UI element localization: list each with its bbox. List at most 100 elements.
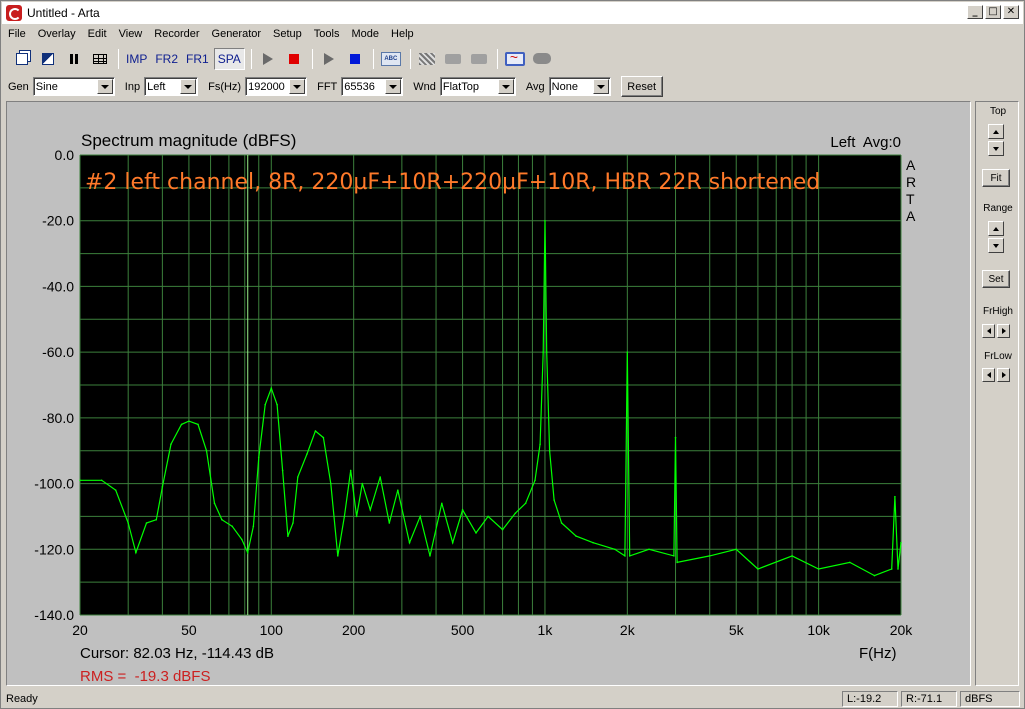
- watermark-letter: R: [906, 174, 916, 190]
- spectrum-point: [170, 443, 172, 445]
- spectrum-plot[interactable]: 0.0 -20.0 -40.0 -60.0 -80.0 -100.0 -120.0 -140.…: [6, 101, 971, 686]
- watermark-letter: T: [906, 191, 915, 207]
- arrow-left-icon: [986, 372, 991, 378]
- menu-recorder[interactable]: Recorder: [148, 28, 205, 40]
- dropdown-arrow-icon: [289, 79, 306, 94]
- spectrum-point: [429, 555, 431, 557]
- fr2-mode-button[interactable]: FR2: [152, 48, 181, 70]
- menu-view[interactable]: View: [113, 28, 149, 40]
- generator-play-button[interactable]: [317, 48, 341, 70]
- fs-select[interactable]: 192000: [245, 77, 308, 96]
- spectrum-point: [441, 502, 443, 505]
- avg-label: Avg: [525, 80, 545, 93]
- frlow-left-button[interactable]: [982, 368, 995, 382]
- x-tick-label: 10k: [807, 622, 831, 638]
- meter-icon: [532, 53, 551, 64]
- inp-select[interactable]: Left: [144, 77, 199, 96]
- menu-help[interactable]: Help: [385, 28, 420, 40]
- reset-button[interactable]: Reset: [620, 76, 663, 97]
- hatch-button[interactable]: [415, 48, 439, 70]
- frhigh-left-button[interactable]: [982, 324, 995, 338]
- toolbar-separator: [496, 48, 498, 69]
- gen-select[interactable]: Sine: [32, 77, 115, 96]
- dropdown-arrow-icon: [180, 79, 197, 94]
- wnd-select[interactable]: FlatTop: [439, 77, 516, 96]
- x-tick-label: 20: [72, 622, 88, 638]
- right-panel: Top Fit Range Set FrHigh FrLow: [975, 101, 1019, 686]
- spectrum-point: [127, 522, 129, 524]
- top-spinner: [988, 124, 1004, 156]
- spectrum-point: [575, 535, 577, 537]
- grid-button[interactable]: [88, 48, 112, 70]
- y-tick-label: -140.0: [34, 607, 74, 623]
- gen-label: Gen: [8, 80, 29, 93]
- control-bar: Gen Sine Inp Left Fs(Hz) 192000 FFT 6553…: [2, 74, 1023, 99]
- device-button[interactable]: [467, 48, 491, 70]
- menu-setup[interactable]: Setup: [267, 28, 308, 40]
- play-icon: [262, 52, 273, 65]
- x-tick-label: 20k: [890, 622, 914, 638]
- abc-icon: ABC: [380, 51, 401, 66]
- arta-app-icon[interactable]: [6, 5, 22, 21]
- minimize-button[interactable]: _: [967, 5, 983, 19]
- spectrum-point: [534, 479, 536, 482]
- range-up-button[interactable]: [988, 221, 1004, 236]
- menu-edit[interactable]: Edit: [82, 28, 113, 40]
- meter-button[interactable]: [530, 48, 554, 70]
- spectrum-point: [161, 486, 164, 488]
- spectrum-chart[interactable]: 0.0 -20.0 -40.0 -60.0 -80.0 -100.0 -120.0 -140.…: [7, 102, 970, 685]
- menu-overlay[interactable]: Overlay: [32, 28, 82, 40]
- spa-mode-button[interactable]: SPA: [213, 47, 245, 70]
- fit-button[interactable]: Fit: [982, 169, 1010, 187]
- rms-readout: RMS = -19.3 dBFS: [80, 668, 210, 685]
- fr1-mode-button[interactable]: FR1: [183, 48, 212, 70]
- spectrum-point: [322, 436, 325, 439]
- spectrum-point: [548, 449, 551, 452]
- menu-generator[interactable]: Generator: [206, 28, 268, 40]
- set-button[interactable]: Set: [982, 270, 1010, 288]
- fft-select[interactable]: 65536: [341, 77, 404, 96]
- hatch-icon: [418, 52, 435, 65]
- frhigh-spinner: [982, 324, 1010, 338]
- copy-button[interactable]: [10, 48, 34, 70]
- stop-icon: [349, 53, 360, 64]
- x-tick-label: 1k: [538, 622, 554, 638]
- close-button[interactable]: ✕: [1003, 5, 1019, 19]
- avg-select[interactable]: None: [548, 77, 611, 96]
- spectrum-point: [614, 548, 616, 551]
- title-bar: Untitled - Arta _ □ ✕: [2, 2, 1023, 24]
- spectrum-point: [757, 568, 759, 570]
- spectrum-point: [270, 387, 273, 390]
- window-title: Untitled - Arta: [27, 6, 100, 20]
- record-play-button[interactable]: [256, 48, 280, 70]
- generator-wave-button[interactable]: [36, 48, 60, 70]
- spectrum-point: [890, 568, 893, 570]
- frlow-right-button[interactable]: [997, 368, 1010, 382]
- abc-button[interactable]: ABC: [378, 48, 404, 70]
- arrow-right-icon: [1001, 372, 1006, 378]
- toolbar-separator: [409, 48, 411, 69]
- device-icon: [470, 53, 487, 64]
- top-down-button[interactable]: [988, 141, 1004, 156]
- maximize-button[interactable]: □: [985, 5, 1001, 19]
- frhigh-label: FrHigh: [982, 306, 1013, 317]
- imp-mode-button[interactable]: IMP: [123, 48, 150, 70]
- stop-icon: [288, 53, 299, 64]
- range-down-button[interactable]: [988, 238, 1004, 253]
- spectrum-point: [79, 479, 81, 482]
- record-stop-button[interactable]: [282, 48, 306, 70]
- oscilloscope-button[interactable]: [502, 48, 528, 70]
- menu-file[interactable]: File: [2, 28, 32, 40]
- generator-stop-button[interactable]: [343, 48, 367, 70]
- menu-tools[interactable]: Tools: [308, 28, 346, 40]
- top-up-button[interactable]: [988, 124, 1004, 139]
- arrow-up-icon: [993, 226, 999, 231]
- pause-button[interactable]: [62, 48, 86, 70]
- menu-mode[interactable]: Mode: [345, 28, 385, 40]
- spectrum-point: [287, 535, 289, 537]
- window-controls: _ □ ✕: [967, 5, 1019, 19]
- frhigh-right-button[interactable]: [997, 324, 1010, 338]
- probe-button[interactable]: [441, 48, 465, 70]
- spectrum-point: [419, 515, 421, 518]
- spectrum-point: [252, 525, 255, 528]
